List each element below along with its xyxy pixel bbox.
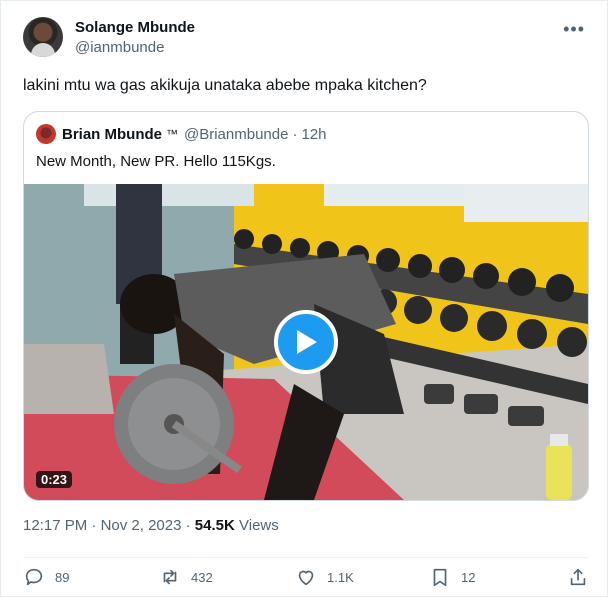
separator-dot: · (185, 517, 191, 534)
quoted-tweet[interactable]: Brian Mbunde ™ @Brianmbunde · 12h New Mo… (23, 111, 589, 501)
repost-count: 432 (191, 569, 213, 585)
repost-icon (163, 569, 177, 585)
quoted-avatar[interactable] (36, 124, 56, 144)
play-icon (297, 330, 317, 354)
separator-dot: · (292, 125, 298, 143)
quoted-timestamp[interactable]: 12h (301, 126, 326, 143)
bookmark-count: 12 (461, 569, 476, 585)
action-bar: 89 432 1.1K 12 (23, 557, 589, 587)
quoted-handle: @Brianmbunde (184, 125, 289, 143)
like-button[interactable]: 1.1K (295, 566, 354, 588)
tweet-text: lakini mtu wa gas akikuja unataka abebe … (23, 77, 427, 94)
share-icon (570, 568, 586, 586)
author-display-name[interactable]: Solange Mbunde (75, 18, 195, 38)
tweet-header: Solange Mbunde @ianmbunde ••• (23, 17, 589, 65)
reply-icon (25, 568, 43, 586)
tweet-time[interactable]: 12:17 PM (23, 517, 87, 534)
tweet-meta: 12:17 PM · Nov 2, 2023 · 54.5K Views (23, 517, 279, 534)
views-label: Views (239, 517, 279, 534)
like-count: 1.1K (327, 569, 354, 585)
author-info: Solange Mbunde @ianmbunde (75, 18, 195, 58)
bookmark-button[interactable]: 12 (429, 566, 475, 588)
tweet-date[interactable]: Nov 2, 2023 (101, 517, 182, 534)
reply-count: 89 (55, 569, 70, 585)
bookmark-icon (433, 568, 447, 587)
share-button[interactable] (567, 566, 589, 588)
video-player[interactable]: 0:23 (24, 184, 588, 500)
quoted-display-name: Brian Mbunde (62, 125, 162, 143)
repost-button[interactable]: 432 (159, 566, 213, 588)
video-duration: 0:23 (36, 471, 73, 488)
separator-dot: · (91, 517, 97, 534)
quoted-tweet-text: New Month, New PR. Hello 115Kgs. (36, 153, 276, 170)
views-count[interactable]: 54.5K (195, 517, 235, 534)
heart-icon (298, 570, 314, 586)
tweet-card[interactable]: Solange Mbunde @ianmbunde ••• lakini mtu… (0, 0, 608, 597)
reply-button[interactable]: 89 (23, 566, 69, 588)
play-button[interactable] (274, 310, 338, 374)
more-horizontal-icon[interactable]: ••• (563, 19, 585, 40)
author-handle[interactable]: @ianmbunde (75, 38, 195, 58)
avatar[interactable] (23, 17, 63, 57)
quoted-tweet-header: Brian Mbunde ™ @Brianmbunde · 12h (36, 124, 326, 144)
trademark-badge: ™ (166, 127, 178, 141)
